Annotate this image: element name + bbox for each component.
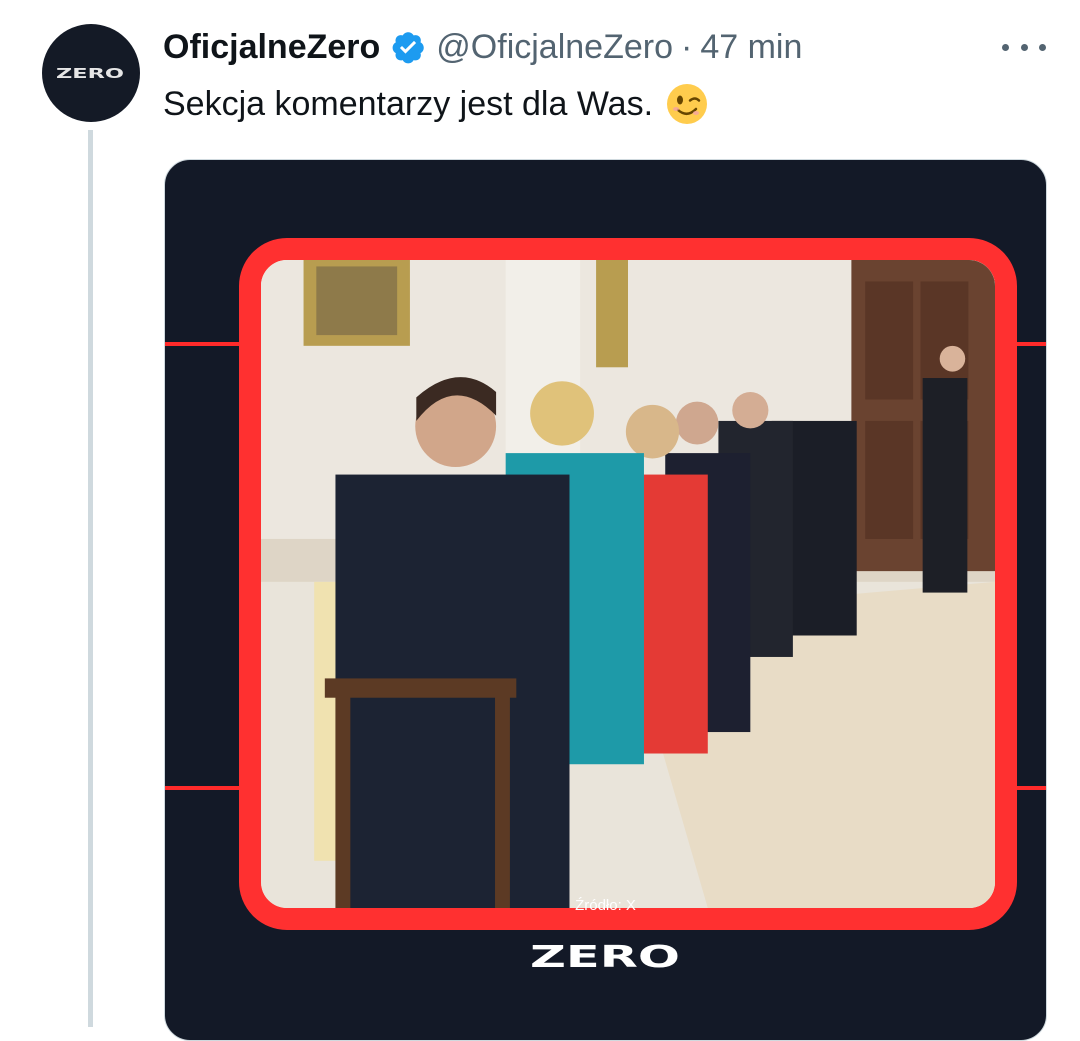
verified-badge-icon[interactable]: [390, 29, 426, 65]
svg-text:ZERO: ZERO: [530, 941, 680, 971]
avatar[interactable]: ZERO: [42, 24, 140, 122]
source-caption: Źródło: X: [575, 897, 636, 914]
photo-frame: [239, 238, 1017, 930]
zero-brand-logo: ZERO: [530, 941, 680, 971]
more-horizontal-icon[interactable]: [1002, 30, 1046, 64]
more-dot: [1039, 43, 1046, 51]
tweet-media[interactable]: Źródło: X ZERO: [164, 159, 1047, 1041]
timestamp[interactable]: 47 min: [700, 28, 802, 67]
svg-text:ZERO: ZERO: [56, 67, 124, 82]
user-handle[interactable]: @OficjalneZero: [436, 28, 673, 67]
tweet-text-row: Sekcja komentarzy jest dla Was.: [163, 82, 709, 126]
zero-logo-icon: ZERO: [56, 67, 124, 82]
thread-line: [88, 130, 93, 1027]
more-dot: [1020, 43, 1028, 51]
separator-dot: ·: [681, 27, 693, 66]
winking-face-icon: [667, 84, 708, 124]
tweet-text: Sekcja komentarzy jest dla Was.: [163, 84, 654, 123]
more-dot: [1002, 43, 1009, 51]
tweet-header: OficjalneZero @OficjalneZero · 47 min: [163, 24, 802, 70]
display-name[interactable]: OficjalneZero: [163, 28, 380, 67]
photo-seated-people: [261, 260, 995, 908]
